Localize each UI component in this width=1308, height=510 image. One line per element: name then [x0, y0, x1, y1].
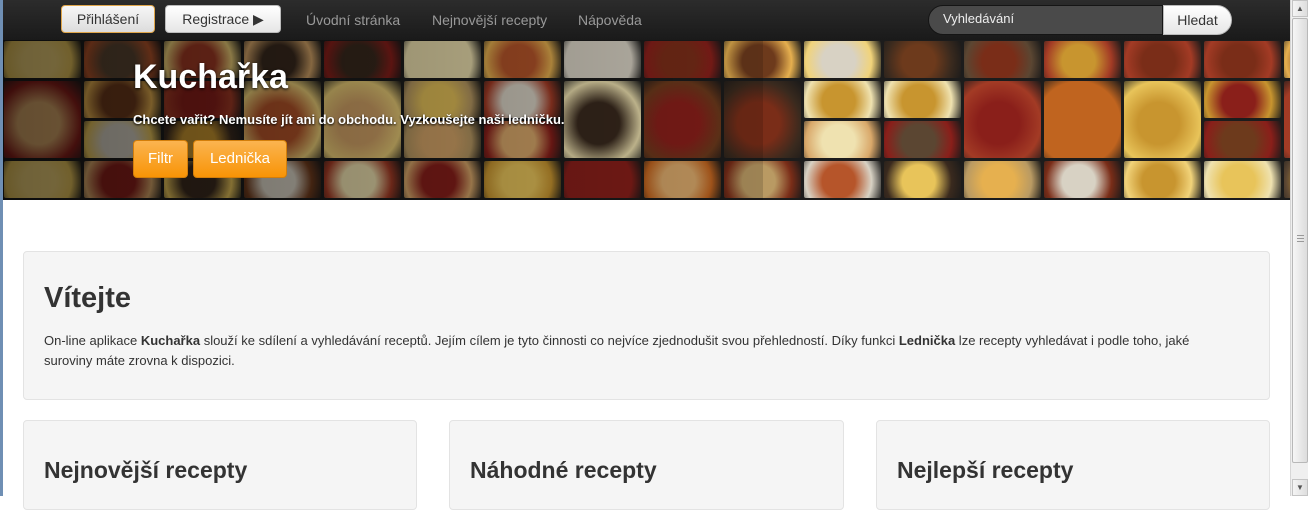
nav-link-help[interactable]: Nápověda [578, 0, 642, 40]
nav-link-newest-recipes[interactable]: Nejnovější recepty [432, 0, 547, 40]
scrollbar-thumb[interactable] [1292, 18, 1308, 463]
food-photo-tile [1044, 161, 1121, 198]
food-photo-tile [1204, 121, 1281, 158]
food-photo-tile [964, 161, 1041, 198]
food-photo-tile [1044, 81, 1121, 158]
welcome-text-part: On-line aplikace [44, 333, 141, 348]
food-photo-tile [804, 161, 881, 198]
food-photo-tile [964, 81, 1041, 158]
section-heading: Náhodné recepty [470, 457, 657, 483]
food-photo-tile [884, 41, 961, 78]
food-photo-tile [884, 81, 961, 118]
hero-subtitle: Chcete vařit? Nemusíte jít ani do obchod… [133, 112, 565, 127]
food-photo-tile [1204, 161, 1281, 198]
scroll-down-arrow-icon[interactable]: ▼ [1292, 479, 1308, 496]
food-photo-tile [804, 121, 881, 158]
scroll-up-arrow-icon[interactable]: ▲ [1292, 0, 1308, 17]
nav-link-home[interactable]: Úvodní stránka [306, 0, 400, 40]
food-photo-tile [1124, 81, 1201, 158]
window-border [0, 0, 3, 496]
grip-icon [1297, 235, 1304, 244]
food-photo-tile [884, 121, 961, 158]
food-photo-tile [1204, 41, 1281, 78]
feature-name: Lednička [898, 333, 956, 348]
welcome-heading: Vítejte [44, 282, 132, 314]
food-photo-tile [964, 41, 1041, 78]
top-navbar: Přihlášení Registrace ▶ Úvodní stránka N… [0, 0, 1290, 41]
section-heading: Nejnovější recepty [44, 457, 248, 483]
search-input[interactable]: Vyhledávání [928, 5, 1163, 35]
search-form: Vyhledávání Hledat [928, 5, 1232, 35]
food-photo-tile [804, 41, 881, 78]
food-photo-tile [1204, 81, 1281, 118]
newest-recipes-panel: Nejnovější recepty [23, 420, 417, 510]
vertical-scrollbar[interactable]: ▲ ▼ [1290, 0, 1308, 496]
food-photo-tile [884, 161, 961, 198]
section-heading: Nejlepší recepty [897, 457, 1074, 483]
food-photo-tile [1044, 41, 1121, 78]
app-name: Kuchařka [140, 333, 201, 348]
login-button[interactable]: Přihlášení [61, 5, 155, 33]
welcome-text: On-line aplikace Kuchařka slouží ke sdíl… [44, 331, 1239, 371]
register-button[interactable]: Registrace ▶ [165, 5, 281, 33]
welcome-text-part: slouží ke sdílení a vyhledávání receptů.… [200, 333, 899, 348]
filter-button[interactable]: Filtr [133, 140, 188, 178]
random-recipes-panel: Náhodné recepty [449, 420, 844, 510]
search-button[interactable]: Hledat [1163, 5, 1232, 35]
hero-banner: Kuchařka Chcete vařit? Nemusíte jít ani … [3, 40, 1290, 200]
welcome-panel: Vítejte On-line aplikace Kuchařka slouží… [23, 251, 1270, 400]
best-recipes-panel: Nejlepší recepty [876, 420, 1270, 510]
food-photo-tile [1124, 161, 1201, 198]
food-photo-tile [804, 81, 881, 118]
food-photo-tile [1124, 41, 1201, 78]
fridge-button[interactable]: Lednička [193, 140, 287, 178]
hero-title: Kuchařka [133, 58, 288, 96]
